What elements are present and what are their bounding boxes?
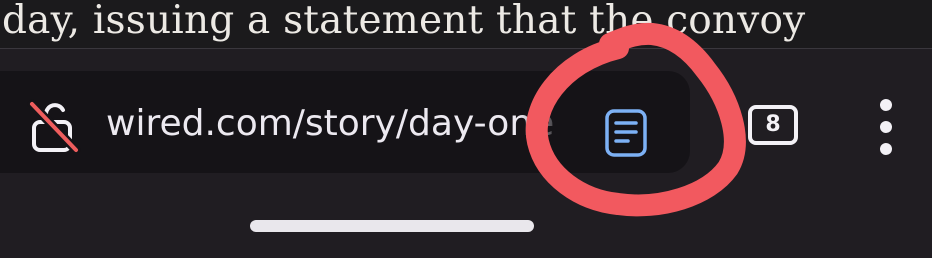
address-bar[interactable]: wired.com/story/day-one (0, 71, 690, 173)
reader-mode-icon[interactable] (600, 105, 654, 163)
article-content: day, issuing a statement that the convoy (0, 0, 932, 49)
url-fade (520, 99, 564, 149)
lock-broken-icon[interactable] (26, 98, 82, 154)
browser-bottom-toolbar: wired.com/story/day-one 8 (0, 49, 932, 258)
tabs-switcher-button[interactable]: 8 (744, 103, 800, 145)
more-vert-icon[interactable] (872, 99, 900, 155)
article-text-line: day, issuing a statement that the convoy (2, 0, 806, 43)
home-indicator[interactable] (250, 220, 534, 232)
url-text[interactable]: wired.com/story/day-one (106, 102, 560, 146)
tab-count: 8 (765, 112, 781, 137)
